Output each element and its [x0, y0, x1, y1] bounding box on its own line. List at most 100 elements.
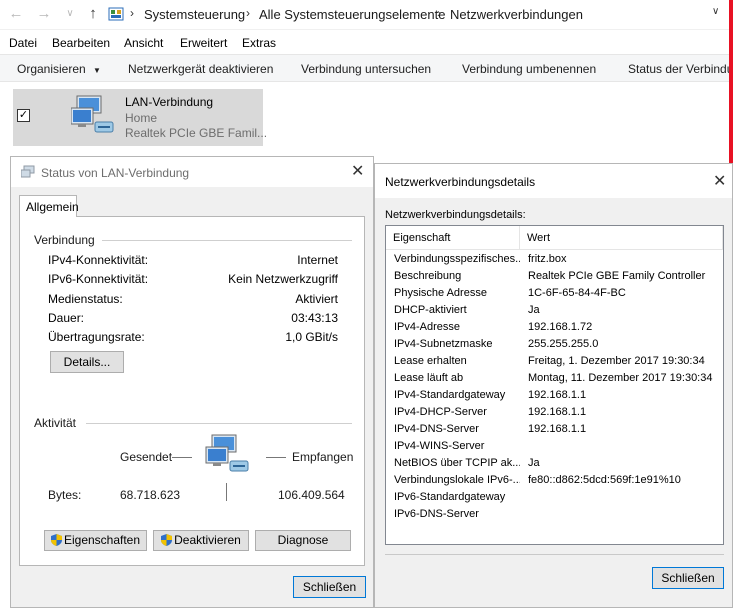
- field-value: 03:43:13: [291, 311, 338, 325]
- close-icon[interactable]: ✕: [713, 174, 726, 190]
- row-property: DHCP-aktiviert: [394, 304, 467, 316]
- breadcrumb-separator-icon: ›: [130, 6, 134, 20]
- row-value: Realtek PCIe GBE Family Controller: [528, 270, 706, 282]
- table-row[interactable]: Lease erhalten Freitag, 1. Dezember 2017 …: [386, 353, 723, 370]
- item-checkbox[interactable]: ✓: [17, 109, 30, 122]
- column-header-value[interactable]: Wert: [520, 226, 723, 250]
- deactivate-label: Deaktivieren: [174, 533, 241, 547]
- recent-locations-chevron-icon[interactable]: ∨: [62, 6, 78, 22]
- table-row[interactable]: IPv4-WINS-Server: [386, 438, 723, 455]
- row-value: 192.168.1.1: [528, 389, 587, 401]
- details-divider: [385, 554, 724, 555]
- field-label: IPv6-Konnektivität:: [48, 272, 149, 286]
- row-value: 1C-6F-65-84-4F-BC: [528, 287, 626, 299]
- row-property: IPv4-DNS-Server: [394, 423, 479, 435]
- details-list-label: Netzwerkverbindungsdetails:: [385, 209, 526, 221]
- bytes-sent: 68.718.623: [120, 488, 181, 502]
- table-row[interactable]: IPv4-DHCP-Server 192.168.1.1: [386, 404, 723, 421]
- rename-connection-button[interactable]: Verbindung umbenennen: [462, 62, 596, 76]
- group-divider: [86, 423, 352, 424]
- menu-datei[interactable]: Datei: [9, 36, 37, 50]
- table-row[interactable]: Verbindungsspezifisches... fritz.box: [386, 251, 723, 268]
- details-close-button[interactable]: Schließen: [652, 567, 724, 589]
- table-row[interactable]: IPv4-Subnetzmaske 255.255.255.0: [386, 336, 723, 353]
- row-value: 192.168.1.72: [528, 321, 593, 333]
- tab-allgemein[interactable]: Allgemein: [19, 195, 79, 217]
- row-property: IPv4-Adresse: [394, 321, 461, 333]
- diagnose-connection-button[interactable]: Verbindung untersuchen: [301, 62, 431, 76]
- deactivate-button[interactable]: Deaktivieren: [153, 530, 249, 551]
- breadcrumb-network-connections[interactable]: Netzwerkverbindungen: [450, 7, 583, 22]
- status-title: Status von LAN-Verbindung: [41, 166, 190, 180]
- menu-extras[interactable]: Extras: [242, 36, 276, 50]
- field-value: Internet: [297, 253, 338, 267]
- row-property: IPv4-WINS-Server: [394, 440, 485, 452]
- diagnose-button[interactable]: Diagnose: [255, 530, 351, 551]
- row-property: NetBIOS über TCPIP ak...: [394, 457, 520, 469]
- details-button[interactable]: Details...: [50, 351, 124, 373]
- uac-shield-icon: [161, 534, 173, 546]
- details-list[interactable]: Eigenschaft Wert Verbindungsspezifisches…: [385, 225, 724, 545]
- close-icon[interactable]: ✕: [351, 164, 364, 180]
- table-row[interactable]: Lease läuft ab Montag, 11. Dezember 2017 …: [386, 370, 723, 387]
- menu-ansicht[interactable]: Ansicht: [124, 36, 163, 50]
- field-label: Medienstatus:: [48, 292, 123, 306]
- table-row[interactable]: IPv6-DNS-Server: [386, 506, 723, 523]
- field-label: Dauer:: [48, 311, 85, 325]
- status-title-bar: Status von LAN-Verbindung ✕: [11, 157, 373, 187]
- back-arrow-icon[interactable]: ←: [8, 6, 24, 22]
- network-activity-icon: [205, 434, 249, 472]
- menu-bearbeiten[interactable]: Bearbeiten: [52, 36, 110, 50]
- row-property: Lease läuft ab: [394, 372, 464, 384]
- field-label: Übertragungsrate:: [48, 330, 145, 344]
- forward-arrow-icon[interactable]: →: [36, 6, 52, 22]
- table-row[interactable]: IPv4-Adresse 192.168.1.72: [386, 319, 723, 336]
- details-title: Netzwerkverbindungsdetails: [385, 175, 536, 189]
- table-row[interactable]: Verbindungslokale IPv6-... fe80::d862:5dc…: [386, 472, 723, 489]
- lan-connection-item[interactable]: ✓ LAN-Verbindung Home Realtek PCIe GBE F…: [13, 89, 267, 146]
- status-close-button[interactable]: Schließen: [293, 576, 366, 598]
- details-title-bar: Netzwerkverbindungsdetails ✕: [375, 164, 732, 198]
- table-row[interactable]: IPv6-Standardgateway: [386, 489, 723, 506]
- group-connection-label: Verbindung: [34, 233, 95, 247]
- address-dropdown-chevron-icon[interactable]: ∨: [712, 6, 719, 17]
- organize-button[interactable]: Organisieren ▼: [17, 62, 101, 76]
- properties-button[interactable]: Eigenschaften: [44, 530, 147, 551]
- properties-label: Eigenschaften: [63, 533, 141, 547]
- row-property: IPv4-Subnetzmaske: [394, 338, 493, 350]
- received-label: Empfangen: [292, 450, 354, 464]
- row-property: IPv6-Standardgateway: [394, 491, 506, 503]
- column-header-property[interactable]: Eigenschaft: [386, 226, 520, 250]
- uac-shield-icon: [50, 534, 62, 546]
- received-line: [266, 457, 286, 458]
- row-property: Physische Adresse: [394, 287, 487, 299]
- connection-status-button[interactable]: Status der Verbindung: [628, 62, 733, 76]
- table-row[interactable]: Physische Adresse 1C-6F-65-84-4F-BC: [386, 285, 723, 302]
- connection-name: LAN-Verbindung: [125, 95, 214, 109]
- command-bar: Organisieren ▼ Netzwerkgerät deaktiviere…: [0, 54, 733, 82]
- group-divider: [102, 240, 352, 241]
- breadcrumb-all-items[interactable]: Alle Systemsteuerungselemente: [259, 7, 445, 22]
- row-property: IPv6-DNS-Server: [394, 508, 479, 520]
- row-property: Verbindungsspezifisches...: [394, 253, 520, 265]
- deactivate-device-button[interactable]: Netzwerkgerät deaktivieren: [128, 62, 273, 76]
- breadcrumb-separator-icon: ›: [246, 6, 250, 20]
- table-row[interactable]: IPv4-Standardgateway 192.168.1.1: [386, 387, 723, 404]
- menu-erweitert[interactable]: Erweitert: [180, 36, 227, 50]
- table-row[interactable]: Beschreibung Realtek PCIe GBE Family Cont…: [386, 268, 723, 285]
- up-arrow-icon[interactable]: ↑: [85, 6, 101, 22]
- table-row[interactable]: IPv4-DNS-Server 192.168.1.1: [386, 421, 723, 438]
- organize-label: Organisieren: [17, 62, 86, 76]
- connection-adapter: Realtek PCIe GBE Famil...: [125, 126, 268, 140]
- connection-network: Home: [125, 111, 158, 125]
- row-value: Ja: [528, 457, 540, 469]
- tab-panel: Verbindung IPv4-Konnektivität: Internet …: [19, 216, 365, 566]
- row-property: Beschreibung: [394, 270, 462, 282]
- table-row[interactable]: NetBIOS über TCPIP ak... Ja: [386, 455, 723, 472]
- sent-line: [172, 457, 192, 458]
- menu-bar: Datei Bearbeiten Ansicht Erweitert Extra…: [0, 32, 733, 54]
- table-row[interactable]: DHCP-aktiviert Ja: [386, 302, 723, 319]
- group-activity-label: Aktivität: [34, 416, 77, 430]
- breadcrumb-systemsteuerung[interactable]: Systemsteuerung: [144, 7, 245, 22]
- bytes-label: Bytes:: [48, 488, 82, 502]
